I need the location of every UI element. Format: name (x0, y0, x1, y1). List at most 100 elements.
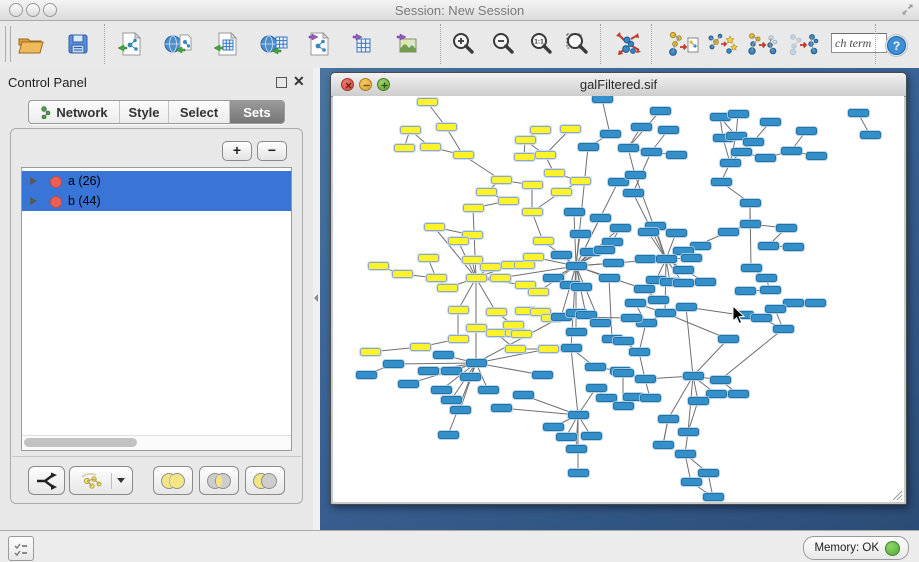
network-node[interactable] (543, 423, 564, 431)
network-node[interactable] (448, 237, 469, 245)
task-history-button[interactable] (8, 536, 34, 561)
network-node[interactable] (656, 255, 677, 263)
network-node[interactable] (590, 319, 611, 327)
list-item-set-a[interactable]: a (26) (22, 171, 291, 191)
network-node[interactable] (522, 181, 543, 189)
network-node[interactable] (806, 152, 827, 160)
network-node[interactable] (564, 208, 585, 216)
window-titlebar[interactable]: Session: New Session (0, 0, 919, 21)
network-node[interactable] (781, 147, 802, 155)
network-window-titlebar[interactable]: galFiltered.sif (331, 73, 906, 97)
network-node[interactable] (551, 251, 572, 259)
network-node[interactable] (466, 359, 487, 367)
network-node[interactable] (594, 246, 615, 254)
network-node[interactable] (441, 367, 462, 375)
network-node[interactable] (592, 96, 613, 103)
network-node[interactable] (532, 371, 553, 379)
network-node[interactable] (426, 274, 447, 282)
network-node[interactable] (571, 283, 592, 291)
network-node[interactable] (629, 348, 650, 356)
tab-select[interactable]: Select (169, 101, 230, 123)
new-network-selected-nodes-button[interactable] (746, 28, 778, 60)
network-node[interactable] (796, 127, 817, 135)
network-node[interactable] (783, 299, 804, 307)
network-node[interactable] (466, 274, 487, 282)
network-node[interactable] (586, 384, 607, 392)
network-node[interactable] (400, 126, 421, 134)
network-node[interactable] (511, 330, 532, 338)
new-network-all-nodes-button[interactable] (787, 28, 819, 60)
network-node[interactable] (618, 144, 639, 152)
add-set-button[interactable]: + (222, 141, 252, 161)
network-node[interactable] (503, 321, 524, 329)
search-input[interactable] (831, 33, 887, 53)
network-node[interactable] (478, 386, 499, 394)
network-node[interactable] (765, 305, 786, 313)
network-node[interactable] (666, 229, 687, 237)
network-node[interactable] (666, 151, 687, 159)
tab-style[interactable]: Style (120, 101, 169, 123)
network-node[interactable] (773, 325, 794, 333)
network-node[interactable] (638, 228, 659, 236)
network-node[interactable] (576, 311, 597, 319)
network-node[interactable] (760, 118, 781, 126)
network-node[interactable] (491, 404, 512, 412)
set-union-button[interactable] (153, 466, 193, 495)
close-panel-icon[interactable]: ✕ (293, 74, 305, 88)
network-node[interactable] (681, 254, 702, 262)
network-node[interactable] (740, 199, 761, 207)
network-node[interactable] (718, 228, 739, 236)
network-node[interactable] (634, 285, 655, 293)
network-node[interactable] (498, 197, 519, 205)
network-node[interactable] (590, 214, 611, 222)
network-node[interactable] (678, 428, 699, 436)
network-node[interactable] (538, 345, 559, 353)
network-node[interactable] (640, 394, 661, 402)
apply-layout-button[interactable] (612, 28, 644, 60)
network-window[interactable]: galFiltered.sif (330, 72, 907, 505)
network-node[interactable] (480, 263, 501, 271)
network-node[interactable] (522, 208, 543, 216)
resize-grip-icon[interactable] (890, 488, 903, 501)
network-node[interactable] (551, 188, 572, 196)
network-node[interactable] (486, 308, 507, 316)
tab-network[interactable]: Network (29, 101, 120, 123)
network-node[interactable] (711, 178, 732, 186)
network-node[interactable] (433, 351, 454, 359)
network-node[interactable] (613, 402, 634, 410)
fullscreen-icon[interactable] (901, 3, 914, 16)
remove-set-button[interactable]: − (257, 141, 287, 161)
network-node[interactable] (476, 188, 497, 196)
network-node[interactable] (783, 243, 804, 251)
network-node[interactable] (463, 204, 484, 212)
network-node[interactable] (417, 98, 438, 106)
network-node[interactable] (613, 369, 634, 377)
network-node[interactable] (431, 386, 452, 394)
network-node[interactable] (728, 390, 749, 398)
network-node[interactable] (556, 433, 577, 441)
network-node[interactable] (530, 126, 551, 134)
network-node[interactable] (613, 337, 634, 345)
network-node[interactable] (394, 144, 415, 152)
network-node[interactable] (383, 360, 404, 368)
network-node[interactable] (437, 284, 458, 292)
network-node[interactable] (602, 238, 623, 246)
network-node[interactable] (688, 397, 709, 405)
network-node[interactable] (360, 348, 381, 356)
network-node[interactable] (625, 171, 646, 179)
network-node[interactable] (655, 309, 676, 317)
float-panel-icon[interactable] (276, 77, 287, 88)
network-node[interactable] (505, 345, 526, 353)
network-node[interactable] (758, 242, 779, 250)
network-node[interactable] (698, 469, 719, 477)
network-node[interactable] (460, 373, 481, 381)
network-node[interactable] (420, 143, 441, 151)
network-node[interactable] (581, 432, 602, 440)
save-session-button[interactable] (62, 28, 94, 60)
network-node[interactable] (623, 189, 644, 197)
set-difference-button[interactable] (245, 466, 285, 495)
network-node[interactable] (653, 441, 674, 449)
network-node[interactable] (731, 148, 752, 156)
export-image-button[interactable] (390, 28, 422, 60)
network-node[interactable] (706, 390, 727, 398)
